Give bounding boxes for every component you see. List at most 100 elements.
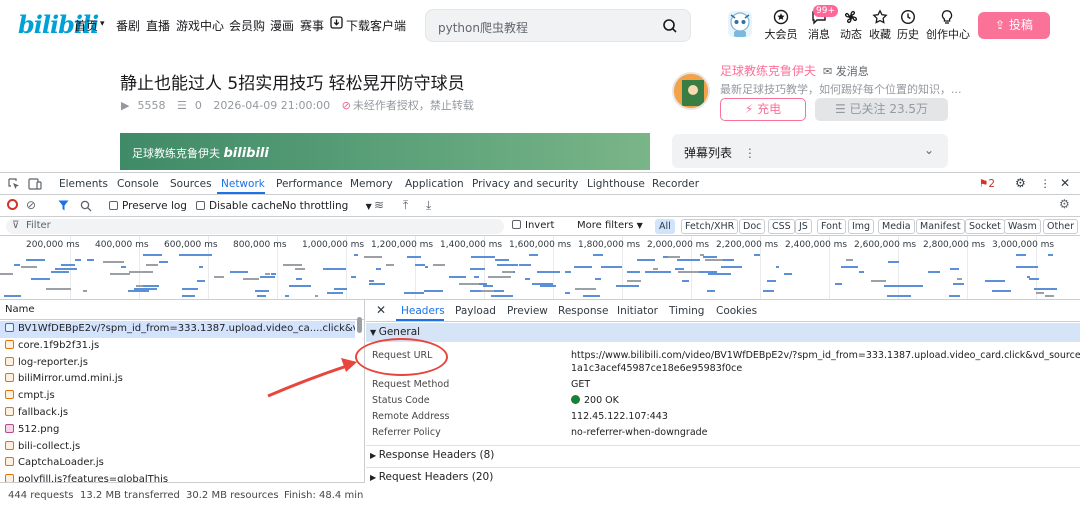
request-url-value[interactable]: https://www.bilibili.com/video/BV1WfDEBp… xyxy=(571,350,1080,361)
nav-game-center[interactable]: 游戏中心 xyxy=(176,17,224,34)
clear-icon[interactable]: ⊘ xyxy=(26,198,36,212)
throttling-select[interactable]: No throttling ▼ xyxy=(282,200,372,212)
nav-manga[interactable]: 漫画 xyxy=(270,17,294,34)
search-input[interactable]: python爬虫教程 xyxy=(438,19,528,36)
tab-timing[interactable]: Timing xyxy=(669,305,704,317)
tab-initiator[interactable]: Initiator xyxy=(617,305,658,317)
filter-socket[interactable]: Socket xyxy=(965,219,1005,234)
more-filters-dropdown[interactable]: More filters ▼ xyxy=(577,220,643,231)
more-options-icon[interactable]: ⋮ xyxy=(1040,178,1051,190)
referrer-policy-value[interactable]: no-referrer-when-downgrade xyxy=(571,427,708,438)
request-row[interactable]: core.1f9b2f31.js xyxy=(0,338,355,355)
uploader-avatar[interactable] xyxy=(672,72,710,110)
request-row[interactable]: BV1WfDEBpE2v/?spm_id_from=333.1387.uploa… xyxy=(0,321,355,338)
tab-sources[interactable]: Sources xyxy=(170,178,212,190)
tab-cookies[interactable]: Cookies xyxy=(716,305,757,317)
name-column-header[interactable]: Name xyxy=(0,300,364,320)
network-overview-timeline[interactable]: 200,000 ms 400,000 ms 600,000 ms 800,000 ms… xyxy=(0,236,1080,300)
filter-js[interactable]: JS xyxy=(795,219,812,234)
tab-elements[interactable]: Elements xyxy=(59,178,108,190)
request-row[interactable]: cmpt.js xyxy=(0,388,355,405)
filter-icon[interactable] xyxy=(58,200,69,211)
record-icon[interactable] xyxy=(7,199,18,210)
close-devtools-icon[interactable]: ✕ xyxy=(1060,176,1070,190)
invert-checkbox[interactable]: Invert xyxy=(512,220,554,231)
request-url-value-cont[interactable]: 1a1c3acef45987ce18e6e95983f0ce xyxy=(571,363,742,374)
nav-anime[interactable]: 番剧 xyxy=(116,17,140,34)
send-message-link[interactable]: ✉ 发消息 xyxy=(823,63,869,79)
filter-img[interactable]: Img xyxy=(848,219,875,234)
nav-live[interactable]: 直播 xyxy=(146,17,170,34)
disable-cache-checkbox[interactable]: Disable cache xyxy=(196,200,282,212)
list-scrollbar[interactable] xyxy=(357,317,362,333)
general-section-header[interactable]: ▼ General xyxy=(366,323,1080,342)
close-details-icon[interactable]: ✕ xyxy=(376,303,386,317)
uploader-name[interactable]: 足球教练克鲁伊夫 xyxy=(720,62,816,79)
nav-download-client[interactable]: 下载客户端 xyxy=(346,17,406,34)
filter-font[interactable]: Font xyxy=(817,219,846,234)
request-row[interactable]: bili-collect.js xyxy=(0,439,355,456)
tab-application[interactable]: Application xyxy=(405,178,464,190)
import-har-icon[interactable]: ⤒ xyxy=(403,198,408,213)
tab-headers[interactable]: Headers xyxy=(401,305,445,317)
filter-all[interactable]: All xyxy=(655,219,675,234)
filter-wasm[interactable]: Wasm xyxy=(1004,219,1041,234)
tab-performance[interactable]: Performance xyxy=(276,178,343,190)
request-row[interactable]: biliMirror.umd.mini.js xyxy=(0,371,355,388)
history-entry[interactable]: 历史 xyxy=(895,9,921,42)
upload-button[interactable]: ⇪ 投稿 xyxy=(978,12,1050,39)
nav-esports[interactable]: 赛事 xyxy=(300,17,324,34)
search-icon[interactable] xyxy=(80,200,92,212)
tab-memory[interactable]: Memory xyxy=(350,178,393,190)
network-conditions-icon[interactable]: ≋ xyxy=(374,198,384,212)
tab-recorder[interactable]: Recorder xyxy=(652,178,699,190)
chevron-down-icon[interactable]: ▾ xyxy=(100,19,105,29)
search-icon[interactable] xyxy=(662,18,678,34)
creator-center-entry[interactable]: 创作中心 xyxy=(926,9,970,42)
filter-other[interactable]: Other xyxy=(1043,219,1078,234)
tab-privacy-security[interactable]: Privacy and security xyxy=(472,178,578,190)
chevron-down-icon: ▼ xyxy=(365,202,372,211)
device-toolbar-icon[interactable] xyxy=(28,178,42,190)
search-box[interactable]: python爬虫教程 xyxy=(425,9,691,42)
vip-entry[interactable]: 大会员 xyxy=(765,9,798,42)
export-har-icon[interactable]: ⤓ xyxy=(426,198,431,213)
preserve-log-checkbox[interactable]: Preserve log xyxy=(109,200,187,212)
filter-css[interactable]: CSS xyxy=(768,219,795,234)
filter-media[interactable]: Media xyxy=(878,219,915,234)
request-headers-section[interactable]: ▶ Request Headers (20) xyxy=(366,467,1080,486)
charge-button[interactable]: ⚡ 充电 xyxy=(720,98,806,121)
danmaku-list-panel[interactable]: 弹幕列表 ⋮ ⌄ xyxy=(672,134,948,168)
chevron-down-icon[interactable]: ⌄ xyxy=(924,143,934,157)
nav-shop[interactable]: 会员购 xyxy=(229,17,265,34)
filter-input[interactable]: ⊽ Filter xyxy=(6,219,504,234)
nav-home[interactable]: 首页 xyxy=(74,17,98,34)
video-player[interactable]: 足球教练克鲁伊夫 bilibili xyxy=(120,133,650,170)
filter-manifest[interactable]: Manifest xyxy=(916,219,965,234)
tab-console[interactable]: Console xyxy=(117,178,159,190)
tab-payload[interactable]: Payload xyxy=(455,305,496,317)
tab-lighthouse[interactable]: Lighthouse xyxy=(587,178,645,190)
inspect-icon[interactable] xyxy=(8,178,20,190)
request-method-value[interactable]: GET xyxy=(571,379,590,390)
request-row[interactable]: CaptchaLoader.js xyxy=(0,455,355,472)
status-code-value[interactable]: 200 OK xyxy=(571,395,619,406)
request-row[interactable]: 512.png xyxy=(0,422,355,439)
network-settings-gear-icon[interactable]: ⚙ xyxy=(1059,197,1070,211)
remote-address-value[interactable]: 112.45.122.107:443 xyxy=(571,411,668,422)
filter-fetch-xhr[interactable]: Fetch/XHR xyxy=(681,219,739,234)
request-row[interactable]: polyfill.js?features=globalThis xyxy=(0,472,355,482)
tab-network[interactable]: Network xyxy=(221,178,265,190)
response-headers-section[interactable]: ▶ Response Headers (8) xyxy=(366,445,1080,464)
download-icon[interactable] xyxy=(330,16,343,32)
filter-doc[interactable]: Doc xyxy=(739,219,766,234)
tab-response[interactable]: Response xyxy=(558,305,608,317)
follow-button[interactable]: ☰ 已关注 23.5万 xyxy=(815,98,948,121)
issues-indicator[interactable]: ⚑2 xyxy=(979,178,995,190)
more-icon[interactable]: ⋮ xyxy=(744,146,756,160)
user-avatar[interactable] xyxy=(726,9,754,39)
settings-gear-icon[interactable]: ⚙ xyxy=(1015,176,1026,190)
tab-preview[interactable]: Preview xyxy=(507,305,548,317)
request-row[interactable]: fallback.js xyxy=(0,405,355,422)
request-row[interactable]: log-reporter.js xyxy=(0,355,355,372)
